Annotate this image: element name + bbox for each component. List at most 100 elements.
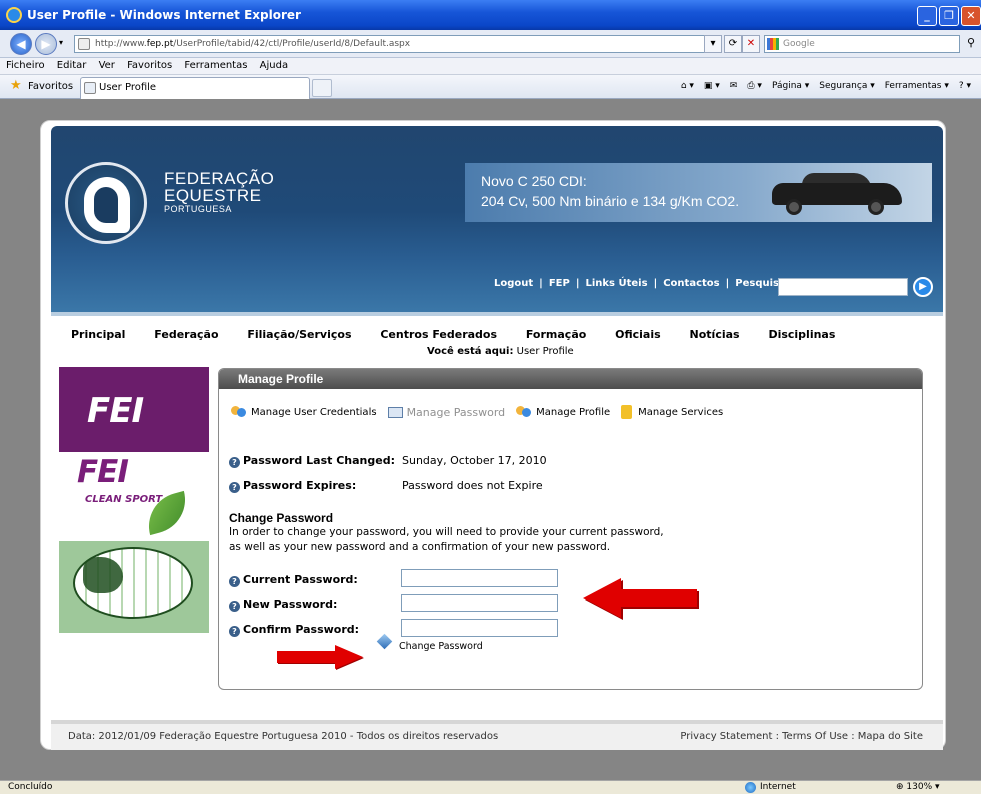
favorites-button[interactable]: Favoritos bbox=[28, 81, 73, 92]
menu-item-edit[interactable]: Editar bbox=[57, 60, 87, 71]
car-image bbox=[772, 173, 902, 215]
password-expires-label: Password Expires: bbox=[243, 479, 357, 492]
nav-item-oficiais[interactable]: Oficiais bbox=[615, 328, 661, 341]
internet-globe-icon bbox=[745, 782, 756, 793]
close-button[interactable]: ✕ bbox=[961, 6, 981, 26]
tab-manage-profile[interactable]: Manage Profile bbox=[516, 406, 610, 418]
favorites-star-icon[interactable]: ★ bbox=[10, 79, 22, 92]
security-zone[interactable]: Internet bbox=[745, 781, 796, 794]
menu-item-tools[interactable]: Ferramentas bbox=[184, 60, 247, 71]
favorites-bar: ★ Favoritos User Profile ⌂ ▾ ▣ ▾ ✉ ⎙ ▾ P… bbox=[0, 75, 981, 99]
fei-clean-sport-banner[interactable]: FEI CLEAN SPORT bbox=[59, 454, 209, 538]
address-dropdown-icon[interactable]: ▾ bbox=[704, 35, 722, 53]
site-brand[interactable]: FEDERAÇÃO EQUESTRE PORTUGUESA bbox=[164, 170, 274, 215]
nav-item-formacao[interactable]: Formação bbox=[526, 328, 586, 341]
tab-manage-password[interactable]: Manage Password bbox=[387, 406, 505, 419]
tools-menu[interactable]: Ferramentas ▾ bbox=[885, 81, 949, 91]
safety-menu[interactable]: Segurança ▾ bbox=[819, 81, 874, 91]
menu-item-help[interactable]: Ajuda bbox=[260, 60, 288, 71]
new-password-row: ? New Password: bbox=[229, 598, 337, 612]
description-line-1: In order to change your password, you wi… bbox=[229, 526, 664, 538]
refresh-icon[interactable]: ⟳ bbox=[724, 35, 742, 53]
change-password-description: In order to change your password, you wi… bbox=[229, 525, 829, 555]
nav-item-disciplinas[interactable]: Disciplinas bbox=[768, 328, 835, 341]
feeds-icon[interactable]: ▣ ▾ bbox=[704, 81, 720, 91]
search-icon[interactable]: ⚲ bbox=[962, 35, 980, 53]
confirm-password-input[interactable] bbox=[401, 619, 558, 637]
new-password-input[interactable] bbox=[401, 594, 558, 612]
contacts-link[interactable]: Contactos bbox=[663, 278, 719, 289]
tab-manage-user-credentials[interactable]: Manage User Credentials bbox=[231, 406, 377, 418]
password-expires-row: ? Password Expires: Password does not Exp… bbox=[229, 479, 543, 493]
password-last-changed-row: ? Password Last Changed: Sunday, October … bbox=[229, 454, 547, 468]
module-title: Manage Profile bbox=[219, 369, 922, 389]
brand-line-3: PORTUGUESA bbox=[164, 204, 232, 214]
nav-item-noticias[interactable]: Notícias bbox=[690, 328, 740, 341]
history-dropdown-icon[interactable]: ▾ bbox=[59, 38, 63, 47]
help-icon[interactable]: ? ▾ bbox=[959, 81, 971, 91]
search-input[interactable]: Google bbox=[764, 35, 960, 53]
site-search-input[interactable] bbox=[778, 278, 908, 296]
menu-item-favorites[interactable]: Favoritos bbox=[127, 60, 172, 71]
fep-horse-logo-icon[interactable] bbox=[65, 162, 147, 244]
confirm-password-label: Confirm Password: bbox=[243, 623, 360, 636]
logout-link[interactable]: Logout bbox=[494, 278, 533, 289]
new-tab-button[interactable] bbox=[312, 79, 332, 97]
current-password-input[interactable] bbox=[401, 569, 558, 587]
brand-line-2: EQUESTRE bbox=[164, 186, 262, 205]
ie-logo-icon bbox=[6, 7, 22, 23]
mail-icon[interactable]: ✉ bbox=[730, 81, 738, 91]
users-icon bbox=[231, 406, 247, 418]
stop-icon[interactable]: ✕ bbox=[742, 35, 760, 53]
useful-links-link[interactable]: Links Úteis bbox=[585, 278, 647, 289]
footer-copyright: Data: 2012/01/09 Federação Equestre Port… bbox=[68, 731, 499, 742]
help-icon[interactable]: ? bbox=[229, 482, 240, 493]
page-menu[interactable]: Página ▾ bbox=[772, 81, 809, 91]
fei-banner[interactable]: FEI bbox=[59, 367, 209, 452]
status-bar: Concluído Internet ⊕ 130% ▾ bbox=[0, 780, 981, 794]
address-input[interactable]: http://www.fep.pt/UserProfile/tabid/42/c… bbox=[74, 35, 722, 53]
password-icon bbox=[387, 406, 403, 418]
status-text: Concluído bbox=[8, 782, 53, 792]
fei-logo-text: FEI bbox=[87, 391, 144, 431]
browser-tab[interactable]: User Profile bbox=[80, 77, 310, 99]
menu-item-view[interactable]: Ver bbox=[99, 60, 115, 71]
maximize-button[interactable]: ❐ bbox=[939, 6, 959, 26]
page-icon bbox=[78, 38, 90, 50]
change-password-button[interactable]: Change Password bbox=[376, 633, 483, 652]
search-go-icon[interactable]: ▶ bbox=[913, 277, 933, 297]
back-button[interactable]: ◀ bbox=[10, 33, 32, 55]
fep-link[interactable]: FEP bbox=[549, 278, 570, 289]
help-icon[interactable]: ? bbox=[229, 601, 240, 612]
confirm-password-row: ? Confirm Password: bbox=[229, 623, 359, 637]
minimize-button[interactable]: _ bbox=[917, 6, 937, 26]
zoom-level[interactable]: ⊕ 130% ▾ bbox=[896, 781, 940, 794]
profile-tabs: Manage User Credentials Manage Password … bbox=[231, 405, 734, 419]
forward-button[interactable]: ▶ bbox=[35, 33, 57, 55]
globe-icon bbox=[73, 547, 193, 619]
help-icon[interactable]: ? bbox=[229, 457, 240, 468]
nav-item-principal[interactable]: Principal bbox=[71, 328, 125, 341]
window-titlebar: User Profile - Windows Internet Explorer… bbox=[0, 0, 981, 30]
footer-links[interactable]: Privacy Statement : Terms Of Use : Mapa … bbox=[680, 724, 923, 749]
change-password-button-label: Change Password bbox=[399, 641, 483, 652]
help-icon[interactable]: ? bbox=[229, 626, 240, 637]
nav-item-centros[interactable]: Centros Federados bbox=[380, 328, 497, 341]
manage-profile-module: Manage Profile Manage User Credentials M… bbox=[218, 368, 923, 690]
tab-manage-services[interactable]: Manage Services bbox=[621, 405, 723, 419]
new-password-label: New Password: bbox=[243, 598, 338, 611]
print-icon[interactable]: ⎙ ▾ bbox=[747, 81, 762, 91]
menu-item-file[interactable]: Ficheiro bbox=[6, 60, 45, 71]
diamond-icon bbox=[376, 633, 393, 650]
brand-line-1: FEDERAÇÃO bbox=[164, 169, 275, 188]
nav-item-filiacao[interactable]: Filiação/Serviços bbox=[247, 328, 351, 341]
nav-item-federacao[interactable]: Federação bbox=[154, 328, 218, 341]
password-expires-value: Password does not Expire bbox=[402, 479, 543, 492]
command-bar: ⌂ ▾ ▣ ▾ ✉ ⎙ ▾ Página ▾ Segurança ▾ Ferra… bbox=[681, 81, 971, 91]
tab-label: Manage Profile bbox=[536, 406, 611, 418]
home-icon[interactable]: ⌂ ▾ bbox=[681, 81, 694, 91]
car-advertisement-banner[interactable]: Novo C 250 CDI: 204 Cv, 500 Nm binário e… bbox=[465, 163, 932, 222]
help-icon[interactable]: ? bbox=[229, 576, 240, 587]
lock-icon bbox=[621, 405, 633, 419]
world-map-banner[interactable] bbox=[59, 541, 209, 633]
